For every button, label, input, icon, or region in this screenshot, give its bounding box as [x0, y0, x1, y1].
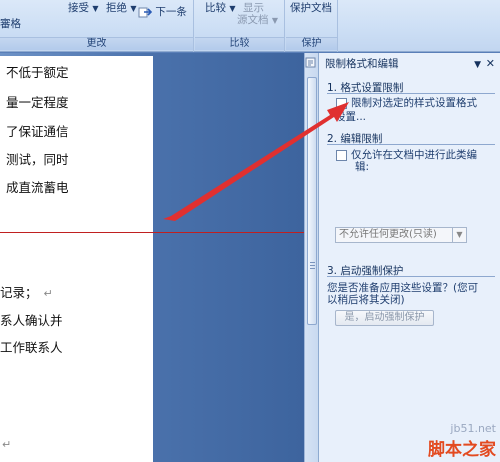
grip [310, 262, 315, 263]
grip [310, 268, 315, 269]
next-change-button[interactable]: 下一条 [138, 6, 187, 18]
editing-checkbox-label: 仅允许在文档中进行此类编 辑: [351, 149, 477, 173]
pane-options-icon[interactable] [305, 57, 317, 69]
chevron-down-icon: ▼ [229, 4, 236, 13]
watermark-site: jb51.net [450, 422, 496, 435]
ribbon-group-compare: 比较 ▼ 显示 源文档 ▼ 比较 [195, 0, 285, 52]
ribbon-group-label-changes: 更改 [0, 37, 193, 50]
doc-line: 量一定程度 [6, 95, 69, 110]
grip [310, 265, 315, 266]
doc-line: 工作联系人 [0, 340, 63, 355]
pane-menu-icon[interactable]: ▼ [474, 57, 481, 73]
divider [327, 276, 495, 277]
reject-button[interactable]: 拒绝 ▼ [106, 2, 137, 15]
ribbon-group-changes: 審格 接受 ▼ 拒绝 ▼ 下一条 更改 [0, 0, 194, 52]
doc-line: 系人确认并 [0, 313, 63, 328]
editing-restriction-checkbox[interactable] [336, 150, 347, 161]
ribbon-group-label-compare: 比较 [195, 37, 284, 50]
pane-header: 限制格式和编辑 ▼ ✕ [319, 56, 500, 72]
start-enforcing-protection-button[interactable]: 是，启动强制保护 [335, 310, 434, 326]
doc-line: 成直流蓄电 [6, 180, 69, 195]
doc-line: 测试，同时 [6, 152, 69, 167]
vertical-scrollbar[interactable] [304, 53, 318, 462]
formatting-settings-link[interactable]: 设置... [335, 111, 366, 123]
doc-line: 记录； ↵ [0, 285, 53, 300]
chevron-down-icon: ▼ [271, 16, 278, 25]
restrict-formatting-pane: 限制格式和编辑 ▼ ✕ 1. 格式设置限制 限制对选定的样式设置格式 设置...… [318, 53, 500, 462]
ribbon-group-label-protect: 保护 [286, 37, 337, 50]
show-source-button[interactable]: 显示 源文档 ▼ [237, 2, 278, 27]
chevron-down-icon[interactable]: ▼ [452, 228, 466, 242]
enforce-question-text: 您是否准备应用这些设置？(您可 以稍后将其关闭) [327, 282, 479, 306]
ribbon: 審格 接受 ▼ 拒绝 ▼ 下一条 更改 比较 ▼ 显示 源文档 ▼ 比较 保护文… [0, 0, 500, 52]
divider [327, 144, 495, 145]
page-separator-line [0, 232, 318, 233]
doc-line: 了保证通信 [6, 124, 69, 139]
next-arrow-icon [138, 7, 153, 18]
editing-type-value: 不允许任何更改(只读) [339, 229, 437, 240]
compare-button[interactable]: 比较 ▼ [205, 2, 236, 15]
watermark: jb51.net 脚本之家 [428, 422, 496, 460]
ribbon-group-protect: 保护文档 保护 [286, 0, 338, 52]
chevron-down-icon: ▼ [130, 4, 137, 13]
ribbon-left-fragment: 審格 [0, 18, 21, 30]
watermark-name: 脚本之家 [428, 440, 496, 460]
document-page[interactable]: 不低于额定 量一定程度 了保证通信 测试，同时 成直流蓄电 记录； ↵ 系人确认并… [0, 56, 153, 462]
paragraph-mark: ↵ [2, 438, 12, 451]
pane-title: 限制格式和编辑 [325, 58, 399, 70]
protect-document-button[interactable]: 保护文档 [290, 2, 332, 14]
chevron-down-icon: ▼ [92, 4, 99, 13]
accept-button[interactable]: 接受 ▼ [68, 2, 99, 15]
doc-line: 不低于额定 [6, 65, 69, 80]
editing-type-select[interactable]: 不允许任何更改(只读) ▼ [335, 227, 467, 243]
formatting-restriction-checkbox[interactable] [336, 98, 347, 109]
paragraph-mark: ↵ [43, 287, 53, 300]
close-icon[interactable]: ✕ [486, 56, 495, 72]
vertical-scroll-thumb[interactable] [307, 77, 317, 325]
divider [327, 93, 495, 94]
formatting-checkbox-label: 限制对选定的样式设置格式 [351, 97, 477, 109]
